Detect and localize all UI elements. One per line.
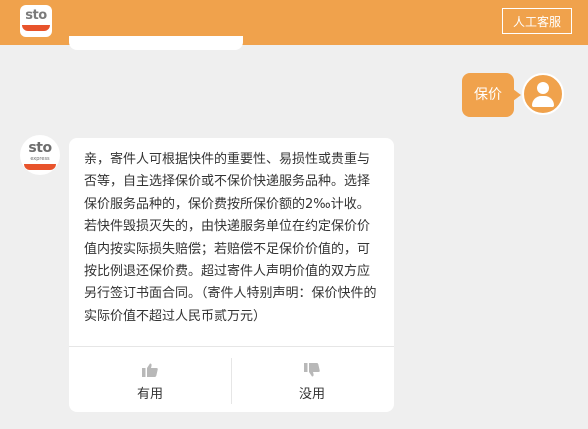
previous-message-bubble	[69, 36, 243, 50]
card-divider	[69, 346, 394, 347]
useful-button[interactable]: 有用	[75, 360, 225, 402]
useful-label: 有用	[136, 387, 163, 402]
bot-avatar: sto express	[20, 135, 60, 175]
sto-logo: sto	[20, 5, 52, 37]
human-service-button[interactable]: 人工客服	[502, 8, 572, 34]
user-avatar-body	[532, 96, 554, 107]
useless-button[interactable]: 没用	[237, 360, 387, 402]
bot-answer-card: 亲，寄件人可根据快件的重要性、易损性或贵重与否等，自主选择保价或不保价快递服务品…	[69, 138, 394, 412]
logo-text: sto	[25, 8, 47, 23]
thumbs-up-icon	[142, 363, 158, 377]
bot-logo-subtext: express	[30, 156, 50, 162]
user-avatar-icon	[522, 73, 564, 115]
user-message-bubble: 保价	[462, 73, 521, 117]
bot-answer-text: 亲，寄件人可根据快件的重要性、易损性或贵重与否等，自主选择保价或不保价快递服务品…	[84, 152, 377, 324]
useless-label: 没用	[298, 387, 325, 402]
thumbs-down-icon	[304, 363, 320, 377]
feedback-separator	[231, 358, 232, 404]
bot-logo-text: sto	[28, 140, 52, 156]
user-avatar-head	[537, 82, 549, 94]
logo-swoosh-icon	[22, 25, 50, 31]
bot-logo-swoosh-icon	[24, 164, 56, 170]
